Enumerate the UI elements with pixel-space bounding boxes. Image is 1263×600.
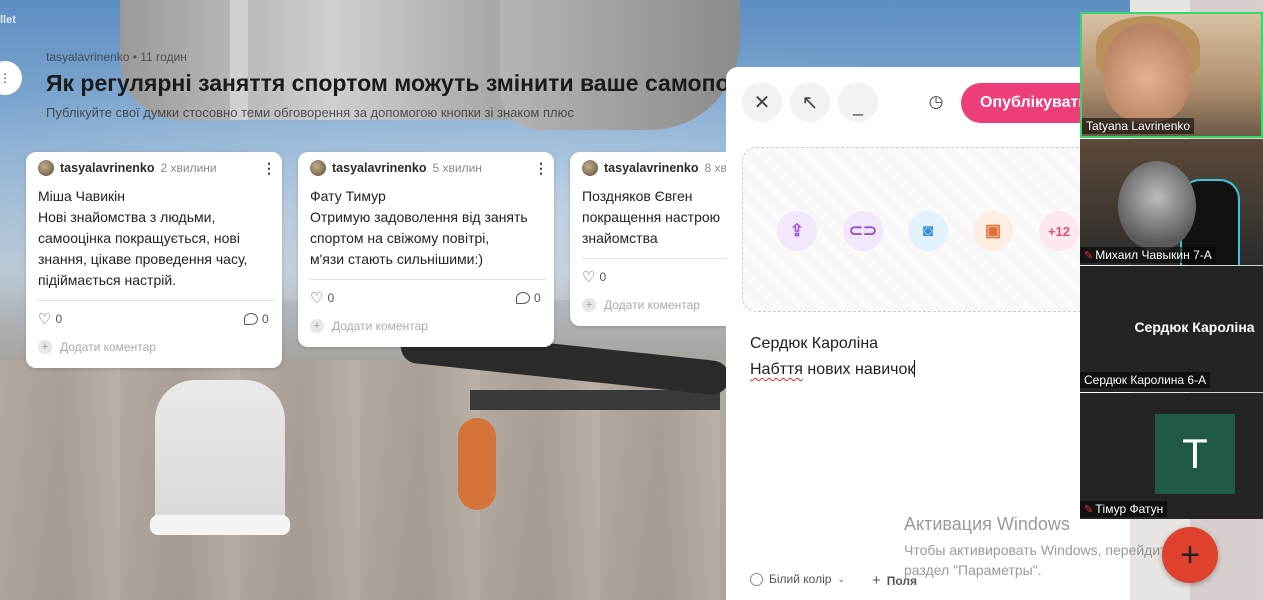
minimize-icon: _ <box>852 95 863 116</box>
post-time: 5 хвилин <box>432 161 482 175</box>
plus-icon: + <box>38 340 52 354</box>
heart-icon: ♡ <box>582 269 596 286</box>
post-author: tasyalavrinenko <box>60 161 155 175</box>
board-author-meta: tasyalavrinenko • 11 годин <box>46 50 187 64</box>
mic-off-icon: ✎ <box>1084 250 1094 262</box>
schedule-button[interactable]: ◷ <box>916 82 956 122</box>
post-body: Фату Тимур Отримую задоволення від занят… <box>310 188 528 267</box>
participant-display-name: Сердюк Кароліна <box>1134 319 1255 335</box>
chevron-down-icon: ⌄ <box>837 573 845 584</box>
plus-icon: + <box>1180 535 1200 574</box>
post-body: Міша Чавикін Нові знайомства з людьми, с… <box>38 188 248 288</box>
color-selector[interactable]: Білий колір ⌄ <box>750 572 845 586</box>
windows-activation-watermark: Активация Windows Чтобы активировать Win… <box>904 514 1186 578</box>
expand-button[interactable]: ↖ <box>790 82 830 122</box>
comment-count[interactable]: 0 <box>516 291 541 305</box>
post-text-input[interactable]: Сердюк Кароліна Набття нових навичок <box>750 331 916 383</box>
add-comment-button[interactable]: + Додати коментар <box>310 319 428 333</box>
post-menu-icon[interactable]: ⋮ <box>534 161 548 175</box>
minimize-button[interactable]: _ <box>838 82 878 122</box>
post-body: Поздняков Євген покращення настрою знайо… <box>582 188 721 246</box>
participant-name: Tatyana Lavrinenko <box>1082 118 1195 134</box>
app-corner-label: llet <box>0 14 16 26</box>
close-button[interactable]: ✕ <box>742 82 782 122</box>
comment-count[interactable]: 0 <box>244 312 269 326</box>
attachment-dropzone[interactable]: ⇪ ⊂⊃ ◙ ▣ +12 <box>742 147 1102 312</box>
video-tile[interactable]: Сердюк Кароліна Сердюк Каролина 6-А <box>1080 266 1263 392</box>
camera-icon[interactable]: ◙ <box>908 211 948 251</box>
participant-name: ✎ Михаил Чавыкин 7-А <box>1080 247 1216 263</box>
like-button[interactable]: ♡ 0 <box>310 289 334 307</box>
add-comment-button[interactable]: + Додати коментар <box>582 298 700 312</box>
heart-icon: ♡ <box>38 311 52 328</box>
avatar <box>582 160 598 176</box>
upload-file-icon[interactable]: ⇪ <box>777 211 817 251</box>
post-time: 2 хвилини <box>160 161 217 175</box>
participant-name: Сердюк Каролина 6-А <box>1080 372 1211 388</box>
video-tile[interactable]: ✎ Михаил Чавыкин 7-А <box>1080 139 1263 265</box>
expand-arrow-icon: ↖ <box>801 91 819 114</box>
like-button[interactable]: ♡ 0 <box>582 268 606 286</box>
add-post-button[interactable]: + <box>1162 527 1218 583</box>
plus-icon: + <box>872 572 881 589</box>
participant-avatar: T <box>1155 414 1235 494</box>
avatar <box>310 160 326 176</box>
close-icon: ✕ <box>753 91 771 114</box>
post-author: tasyalavrinenko <box>604 161 699 175</box>
like-button[interactable]: ♡ 0 <box>38 310 62 328</box>
image-search-icon[interactable]: ▣ <box>973 211 1013 251</box>
post-card[interactable]: tasyalavrinenko 5 хвилин ⋮ Фату Тимур От… <box>298 152 554 347</box>
color-radio-icon <box>750 572 763 586</box>
board-title: Як регулярні заняття спортом можуть змін… <box>46 70 736 96</box>
comment-icon <box>244 313 258 325</box>
plus-icon: + <box>582 298 596 312</box>
schedule-icon: ◷ <box>928 92 944 111</box>
comment-icon <box>516 292 530 304</box>
link-icon[interactable]: ⊂⊃ <box>843 211 883 251</box>
participant-name: ✎ Тімур Фатун <box>1080 501 1168 517</box>
video-tile[interactable]: T ✎ Тімур Фатун <box>1080 393 1263 519</box>
avatar <box>38 160 54 176</box>
post-card[interactable]: tasyalavrinenko 2 хвилини ⋮ Міша Чавикін… <box>26 152 282 368</box>
add-comment-button[interactable]: + Додати коментар <box>38 340 156 354</box>
board-subtitle: Публікуйте свої думки стосовно теми обго… <box>46 105 574 120</box>
more-attachments-button[interactable]: +12 <box>1039 211 1079 251</box>
plus-icon: + <box>310 319 324 333</box>
post-time: 8 хв <box>704 161 727 175</box>
mic-off-icon: ✎ <box>1084 504 1094 516</box>
post-author: tasyalavrinenko <box>332 161 427 175</box>
post-menu-icon[interactable]: ⋮ <box>262 161 276 175</box>
heart-icon: ♡ <box>310 290 324 307</box>
video-tile[interactable]: Tatyana Lavrinenko <box>1080 12 1263 138</box>
